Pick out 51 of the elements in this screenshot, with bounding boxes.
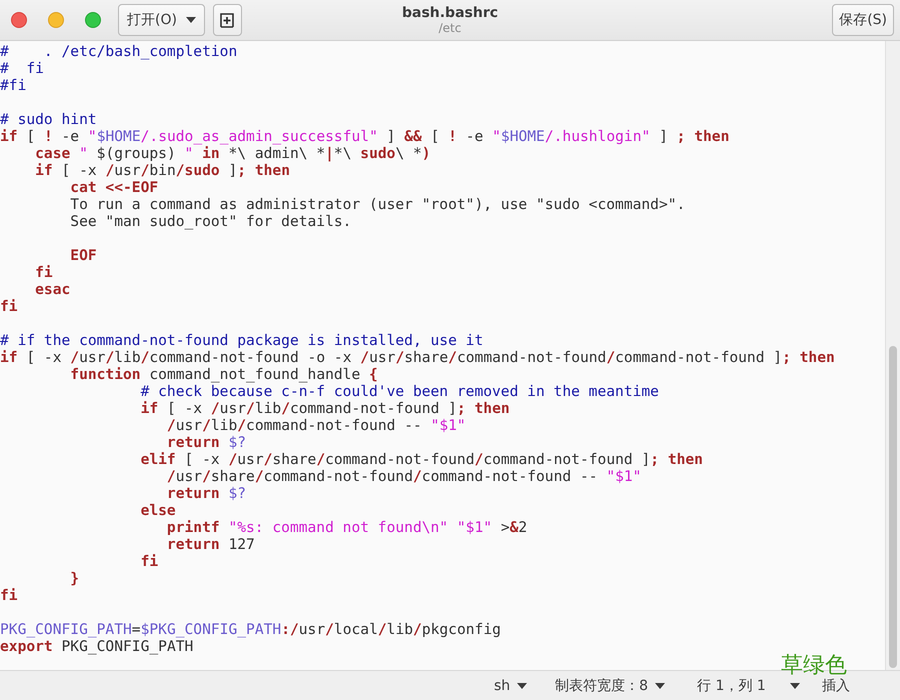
code-line: EOF	[69, 247, 97, 264]
code-line: fi	[0, 298, 18, 315]
save-button[interactable]: 保存(S)	[832, 4, 894, 36]
code-line: # if the command-not-found package is installed, use it	[0, 332, 484, 349]
tab-width-dropdown[interactable]: 制表符宽度：8	[551, 676, 670, 694]
code-line: /usr/share/command-not-found/command-not-found -- "$1"	[166, 468, 642, 485]
code-line: if [ -x /usr/lib/command-not-found ]; then	[140, 400, 510, 417]
caret-icon[interactable]	[790, 682, 800, 688]
code-line: else	[140, 502, 176, 519]
code-line: To run a command as administrator (user "root"), use "sudo <command>".	[69, 196, 686, 213]
language-dropdown[interactable]: sh	[490, 678, 532, 694]
code-line: if [ -x /usr/lib/command-not-found -o -x /usr/share/command-not-found/command-not-found ]; then	[0, 349, 835, 366]
code-line: esac	[34, 281, 70, 298]
code-line: # fi	[0, 60, 44, 77]
code-line: #fi	[0, 77, 26, 94]
new-tab-button[interactable]	[212, 4, 242, 36]
caret-icon	[517, 682, 528, 688]
open-button[interactable]: 打开(O)	[118, 4, 205, 36]
scrollbar-thumb[interactable]	[889, 346, 897, 668]
code-line: return $?	[166, 434, 246, 451]
cursor-position: 行 1，列 1	[697, 676, 766, 694]
window-title: bash.bashrc	[400, 5, 500, 21]
code-line: fi	[34, 264, 53, 281]
code-line: if [ -x /usr/bin/sudo ]; then	[34, 162, 290, 179]
code-line: # check because c-n-f could've been removed in the meantime	[140, 383, 659, 400]
code-line: /usr/lib/command-not-found -- "$1"	[166, 417, 466, 434]
caret-icon	[186, 17, 196, 23]
code-line: return 127	[166, 536, 255, 553]
caret-icon	[655, 682, 666, 688]
code-line: # sudo hint	[0, 111, 97, 128]
code-line: cat <<-EOF	[69, 179, 158, 196]
maximize-button[interactable]	[85, 12, 101, 28]
code-line: printf "%s: command not found\n" "$1" >&2	[166, 519, 528, 536]
code-line: if [ ! -e "$HOME/.sudo_as_admin_successful" ] && [ ! -e "$HOME/.hushlogin" ] ; then	[0, 128, 730, 145]
code-line: # . /etc/bash_completion	[0, 43, 238, 60]
code-line: }	[69, 570, 80, 587]
code-line: See "man sudo_root" for details.	[69, 213, 352, 230]
close-button[interactable]	[11, 12, 27, 28]
code-line: PKG_CONFIG_PATH=$PKG_CONFIG_PATH:/usr/local/lib/pkgconfig	[0, 621, 501, 638]
code-line: return $?	[166, 485, 246, 502]
code-line: case " $(groups) " in *\ admin\ *|*\ sudo\ *)	[34, 145, 431, 162]
insert-mode-label: 插入	[822, 676, 850, 694]
new-tab-icon	[219, 12, 236, 28]
code-line: export PKG_CONFIG_PATH	[0, 638, 194, 655]
code-line: elif [ -x /usr/share/command-not-found/command-not-found ]; then	[140, 451, 703, 468]
annotation-label: 草绿色	[781, 652, 847, 678]
window-subtitle: /etc	[438, 21, 462, 35]
minimize-button[interactable]	[48, 12, 64, 28]
code-line: fi	[140, 553, 158, 570]
code-line: fi	[0, 587, 18, 604]
code-line: function command_not_found_handle {	[69, 366, 378, 383]
